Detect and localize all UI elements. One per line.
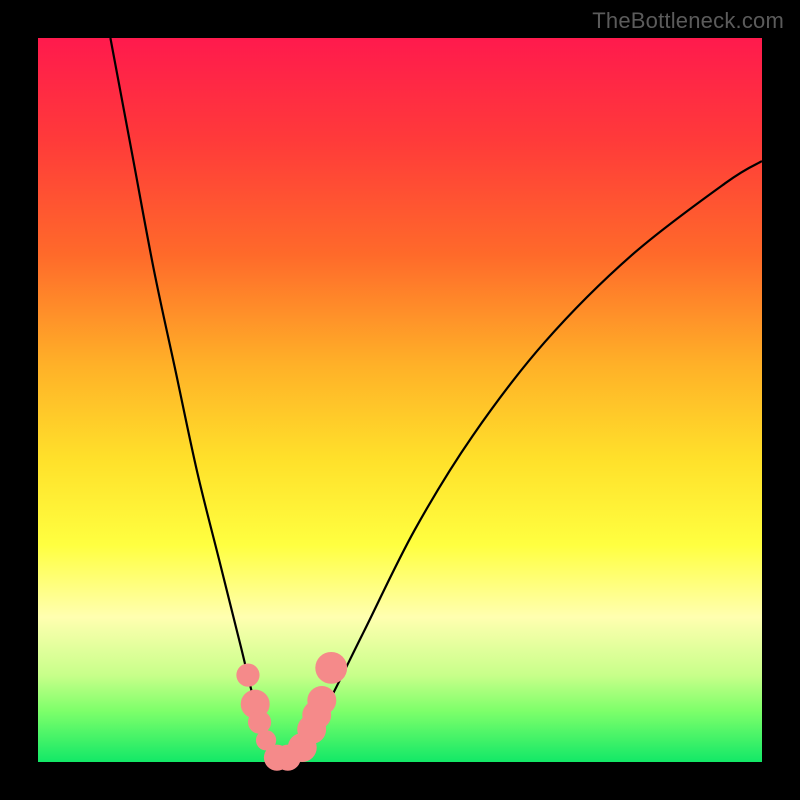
chart-svg (38, 38, 762, 762)
plot-area (38, 38, 762, 762)
watermark-text: TheBottleneck.com (592, 8, 784, 34)
marker-point (315, 652, 347, 684)
marker-point (307, 686, 336, 715)
marker-point (236, 664, 259, 687)
highlight-markers (236, 652, 347, 771)
bottleneck-curve-line (110, 38, 762, 761)
chart-frame: TheBottleneck.com (0, 0, 800, 800)
